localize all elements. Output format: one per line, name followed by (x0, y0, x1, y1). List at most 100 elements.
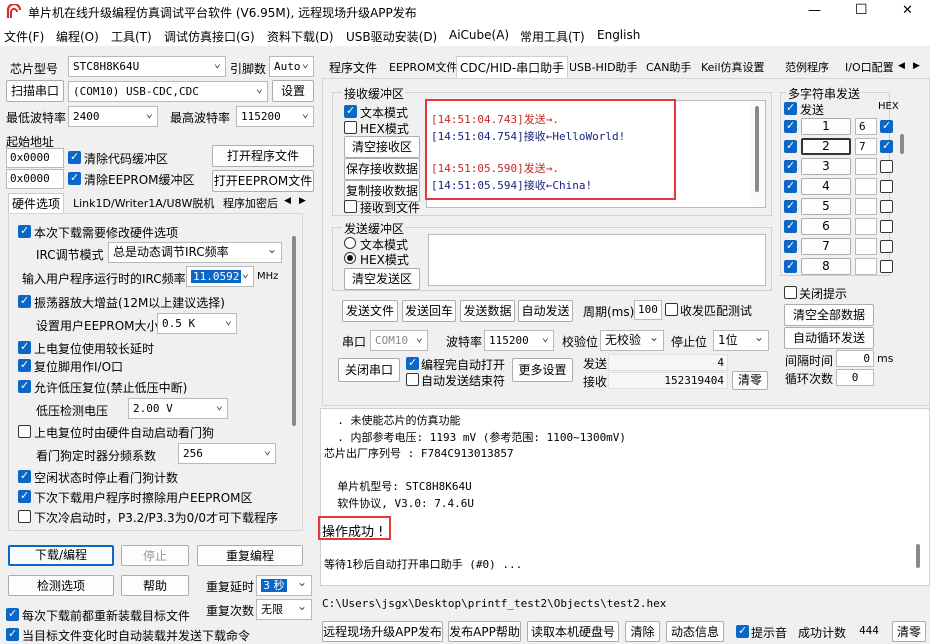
auto-send-button[interactable]: 自动发送 (518, 300, 573, 322)
wdt-idle-checkbox[interactable] (18, 469, 31, 483)
maximize-button[interactable]: ☐ (855, 2, 868, 18)
baud-select[interactable]: 115200 (484, 330, 554, 351)
multi-input-1[interactable]: 6 (855, 118, 877, 135)
right-tab-left-icon[interactable]: ◀ (898, 61, 905, 71)
menu-program[interactable]: 编程(O) (56, 28, 99, 45)
detect-options-button[interactable]: 检测选项 (8, 575, 114, 596)
recv-save-button[interactable]: 保存接收数据 (344, 158, 420, 180)
multi-scroll-thumb[interactable] (900, 134, 904, 154)
parity-select[interactable]: 无校验 (600, 330, 664, 351)
retry-delay-select[interactable]: 3 秒 (256, 575, 312, 596)
multi-input-6[interactable] (855, 218, 877, 235)
tab-encrypt[interactable]: 程序加密后 (220, 194, 281, 214)
recv-text-mode-checkbox[interactable] (344, 104, 357, 118)
menu-download[interactable]: 资料下载(D) (267, 28, 334, 45)
recv-hex-mode-checkbox[interactable] (344, 121, 357, 134)
multi-hex-checkbox-7[interactable] (880, 240, 893, 253)
success-count-reset-button[interactable]: 清零 (892, 621, 926, 642)
options-scroll-thumb[interactable] (292, 236, 296, 426)
multi-input-7[interactable] (855, 238, 877, 255)
irc-freq-select[interactable]: 11.0592 (186, 266, 254, 287)
menu-debug[interactable]: 调试仿真接口(G) (164, 28, 255, 45)
osc-gain-checkbox[interactable] (18, 294, 31, 308)
wdt-div-select[interactable]: 256 (178, 443, 276, 464)
reprogram-button[interactable]: 重复编程 (197, 545, 303, 566)
tab-io-config[interactable]: I/O口配置 (842, 58, 894, 78)
tab-scroll-right-icon[interactable]: ▶ (299, 196, 306, 206)
multi-hex-checkbox-5[interactable] (880, 200, 893, 213)
minimize-button[interactable]: — (808, 3, 821, 18)
multi-hex-checkbox-3[interactable] (880, 160, 893, 173)
tab-hardware-options[interactable]: 硬件选项 (8, 193, 65, 213)
multi-input-5[interactable] (855, 198, 877, 215)
clear-code-checkbox[interactable] (68, 150, 81, 164)
retry-count-select[interactable]: 无限 (256, 599, 312, 620)
tab-link1d[interactable]: Link1D/Writer1A/U8W脱机 (70, 194, 217, 214)
stop-bit-select[interactable]: 1位 (713, 330, 769, 351)
lvr-checkbox[interactable] (18, 379, 31, 393)
menu-usb-driver[interactable]: USB驱动安装(D) (346, 28, 437, 45)
more-settings-button[interactable]: 更多设置 (512, 358, 573, 382)
send-loop-button[interactable]: 发送回车 (402, 300, 456, 322)
multi-send-button-7[interactable]: 7 (801, 238, 851, 255)
stop-button[interactable]: 停止 (121, 545, 189, 566)
interval-input[interactable]: 0 (836, 350, 874, 367)
tab-program-file[interactable]: 程序文件 (326, 58, 380, 78)
multi-send-all-checkbox[interactable] (784, 101, 797, 115)
scan-port-button[interactable]: 扫描串口 (6, 80, 64, 102)
period-input[interactable]: 100 (634, 300, 662, 320)
send-clear-button[interactable]: 清空发送区 (344, 268, 420, 290)
read-disk-button[interactable]: 读取本机硬盘号 (527, 621, 619, 642)
download-button[interactable]: 下载/编程 (8, 545, 114, 566)
tab-examples[interactable]: 范例程序 (782, 58, 832, 78)
match-test-checkbox[interactable] (665, 303, 678, 316)
menu-english[interactable]: English (597, 28, 640, 42)
menu-common-tools[interactable]: 常用工具(T) (520, 28, 585, 45)
multi-send-checkbox-6[interactable] (784, 219, 797, 233)
addr1-input[interactable]: 0x0000 (6, 148, 64, 168)
settings-button[interactable]: 设置 (272, 80, 314, 102)
multi-send-button-1[interactable]: 1 (801, 118, 851, 135)
multi-send-checkbox-1[interactable] (784, 119, 797, 133)
max-baud-select[interactable]: 115200 (236, 106, 314, 127)
clear-eeprom-checkbox[interactable] (68, 171, 81, 185)
multi-hex-checkbox-6[interactable] (880, 220, 893, 233)
recv-scroll-thumb[interactable] (755, 106, 759, 192)
reload-checkbox[interactable] (6, 607, 19, 621)
auto-end-checkbox[interactable] (406, 373, 419, 386)
multi-send-checkbox-3[interactable] (784, 159, 797, 173)
tab-keil[interactable]: Keil仿真设置 (698, 58, 768, 78)
multi-send-checkbox-8[interactable] (784, 259, 797, 273)
open-eeprom-button[interactable]: 打开EEPROM文件 (212, 170, 314, 192)
recv-to-file-checkbox[interactable] (344, 200, 357, 213)
wdt-auto-checkbox[interactable] (18, 425, 31, 438)
multi-input-3[interactable] (855, 158, 877, 175)
multi-input-8[interactable] (855, 258, 877, 275)
tab-cdc-serial[interactable]: CDC/HID-串口助手 (456, 56, 569, 78)
option-modify-checkbox[interactable] (18, 224, 31, 238)
multi-send-button-4[interactable]: 4 (801, 178, 851, 195)
right-tab-right-icon[interactable]: ▶ (913, 61, 920, 71)
multi-input-2[interactable]: 7 (855, 138, 877, 155)
menu-aicube[interactable]: AiCube(A) (449, 28, 509, 42)
multi-hex-checkbox-8[interactable] (880, 260, 893, 273)
addr2-input[interactable]: 0x0000 (6, 169, 64, 189)
eeprom-size-select[interactable]: 0.5 K (157, 313, 237, 334)
recv-scrollbar[interactable] (751, 102, 765, 206)
auto-loop-send-button[interactable]: 自动循环发送 (784, 327, 874, 349)
close-button[interactable]: ✕ (902, 3, 913, 18)
multi-send-button-8[interactable]: 8 (801, 258, 851, 275)
multi-send-button-2[interactable]: 2 (801, 138, 851, 155)
multi-input-4[interactable] (855, 178, 877, 195)
close-hint-checkbox[interactable] (784, 286, 797, 299)
recv-clear-button[interactable]: 清空接收区 (344, 136, 420, 158)
multi-hex-checkbox-1[interactable] (880, 119, 893, 133)
port-select[interactable]: (COM10) USB-CDC,CDC (68, 81, 268, 102)
reset-io-checkbox[interactable] (18, 358, 31, 372)
options-scrollbar[interactable] (288, 216, 302, 528)
send-data-button[interactable]: 发送数据 (460, 300, 515, 322)
open-prog-button[interactable]: 打开程序文件 (212, 145, 314, 167)
multi-scrollbar[interactable] (896, 116, 910, 276)
multi-hex-checkbox-2[interactable] (880, 139, 893, 153)
close-port-button[interactable]: 关闭串口 (338, 358, 400, 382)
